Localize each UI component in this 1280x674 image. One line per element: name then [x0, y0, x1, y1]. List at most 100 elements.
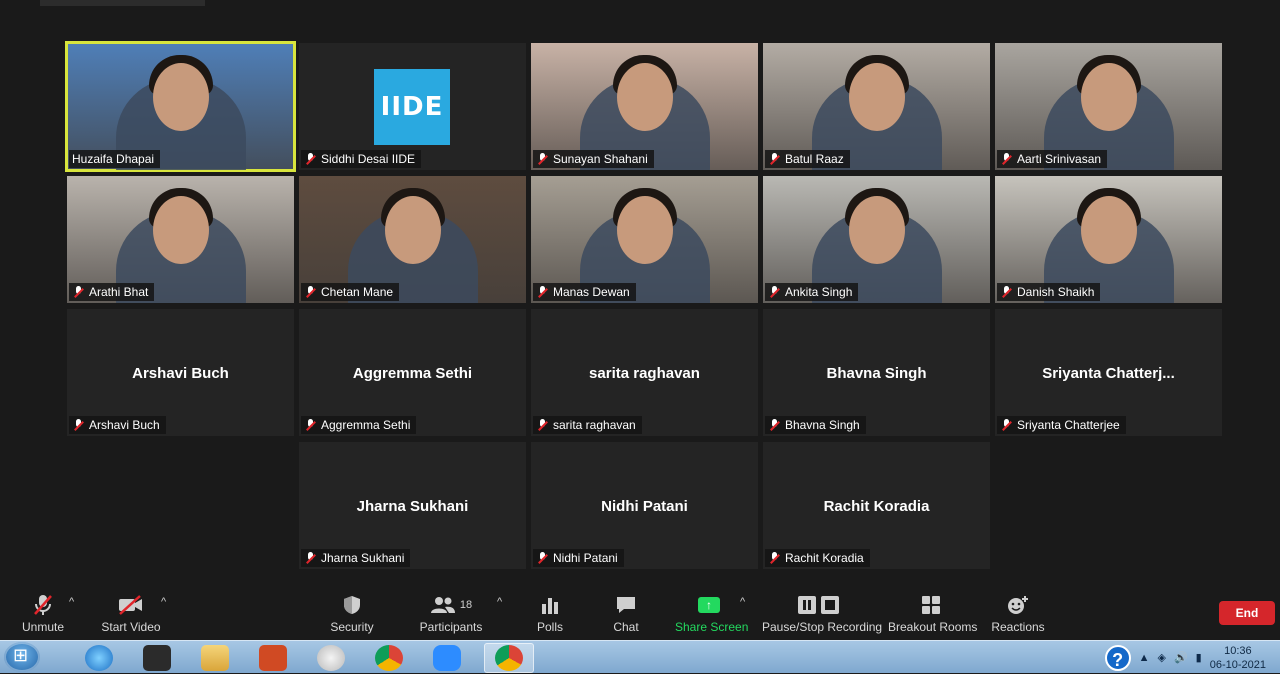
participants-options-caret[interactable]: ^: [497, 596, 502, 608]
participant-name: Ankita Singh: [785, 285, 853, 299]
mic-muted-icon: [768, 418, 781, 432]
mic-muted-icon: [536, 285, 549, 299]
participant-display-name: Arshavi Buch: [132, 365, 229, 382]
participant-tile[interactable]: Nidhi Patani Nidhi Patani: [531, 442, 758, 569]
participant-tile[interactable]: Rachit Koradia Rachit Koradia: [763, 442, 990, 569]
network-icon[interactable]: ▮: [1196, 651, 1202, 664]
participant-display-name: Bhavna Singh: [826, 365, 927, 382]
participant-display-name: sarita raghavan: [589, 365, 700, 382]
participant-display-name: Aggremma Sethi: [352, 365, 473, 382]
participant-face: [152, 63, 209, 131]
mic-muted-icon: [304, 418, 317, 432]
iide-logo: IIDE: [374, 69, 450, 145]
participant-name: Aggremma Sethi: [321, 418, 411, 432]
participant-tile[interactable]: Manas Dewan: [531, 176, 758, 303]
powerpoint-icon[interactable]: [248, 643, 298, 673]
audio-options-caret[interactable]: ^: [69, 596, 74, 608]
chat-button[interactable]: Chat: [606, 594, 646, 634]
ie-icon[interactable]: [74, 643, 124, 673]
mic-muted-icon: [1000, 285, 1013, 299]
mic-muted-icon: [304, 551, 317, 565]
antivirus-icon[interactable]: ◈: [1157, 651, 1165, 664]
system-tray: ? ▲ ◈ 🔊 ▮ 10:36 06-10-2021: [1104, 641, 1280, 674]
participant-name-label: Rachit Koradia: [765, 549, 870, 567]
participant-name-label: Jharna Sukhani: [301, 549, 411, 567]
polls-icon: [530, 594, 570, 616]
unmute-button[interactable]: Unmute: [18, 594, 68, 634]
mic-muted-icon: [536, 418, 549, 432]
help-icon[interactable]: ?: [1104, 644, 1131, 671]
participant-name-label: Manas Dewan: [533, 283, 636, 301]
pause-stop-recording-button[interactable]: Pause/Stop Recording: [762, 594, 882, 634]
reactions-button[interactable]: Reactions: [990, 594, 1046, 634]
participant-name: Siddhi Desai IIDE: [321, 152, 416, 166]
participant-name: Huzaifa Dhapai: [72, 152, 155, 166]
participant-name: Arshavi Buch: [89, 418, 160, 432]
participant-name-label: Sunayan Shahani: [533, 150, 654, 168]
tray-expand-icon[interactable]: ▲: [1139, 652, 1150, 664]
start-video-button[interactable]: Start Video: [100, 594, 162, 634]
participant-tile[interactable]: Chetan Mane: [299, 176, 526, 303]
share-screen-icon: ↑: [675, 594, 743, 616]
participant-tile[interactable]: Aarti Srinivasan: [995, 43, 1222, 170]
participant-tile[interactable]: Batul Raaz: [763, 43, 990, 170]
participant-name: Arathi Bhat: [89, 285, 149, 299]
participant-name: Aarti Srinivasan: [1017, 152, 1102, 166]
participants-icon: 18: [418, 594, 484, 616]
participant-name: Nidhi Patani: [553, 551, 618, 565]
participant-name-label: Siddhi Desai IIDE: [301, 150, 422, 168]
participant-tile[interactable]: Ankita Singh: [763, 176, 990, 303]
participant-tile[interactable]: Danish Shaikh: [995, 176, 1222, 303]
mic-muted-icon: [1000, 152, 1013, 166]
participant-tile[interactable]: Huzaifa Dhapai: [65, 41, 296, 172]
mic-muted-icon: [1000, 418, 1013, 432]
participant-tile[interactable]: Sunayan Shahani: [531, 43, 758, 170]
clock[interactable]: 10:36 06-10-2021: [1210, 644, 1266, 672]
meeting-toolbar: Unmute ^ Start Video ^ Security 18 Parti…: [0, 586, 1280, 640]
participant-name: Jharna Sukhani: [321, 551, 405, 565]
participant-tile[interactable]: Jharna Sukhani Jharna Sukhani: [299, 442, 526, 569]
participant-tile[interactable]: Bhavna Singh Bhavna Singh: [763, 309, 990, 436]
video-off-icon: [100, 594, 162, 616]
explorer-icon[interactable]: [190, 643, 240, 673]
participant-name: Sunayan Shahani: [553, 152, 648, 166]
mic-muted-icon: [768, 285, 781, 299]
participant-face: [616, 196, 673, 264]
participant-name: Batul Raaz: [785, 152, 844, 166]
participant-tile[interactable]: Arshavi Buch Arshavi Buch: [67, 309, 294, 436]
participants-button[interactable]: 18 Participants: [418, 594, 484, 634]
participant-display-name: Rachit Koradia: [823, 498, 930, 515]
start-button[interactable]: [4, 642, 40, 672]
pause-stop-icon: [762, 594, 876, 616]
share-options-caret[interactable]: ^: [740, 596, 745, 608]
participant-tile[interactable]: sarita raghavan sarita raghavan: [531, 309, 758, 436]
reactions-icon: [990, 594, 1046, 616]
participant-tile[interactable]: Aggremma Sethi Aggremma Sethi: [299, 309, 526, 436]
participant-tile[interactable]: IIDE Siddhi Desai IIDE: [299, 43, 526, 170]
participant-name-label: Batul Raaz: [765, 150, 850, 168]
participant-face: [1080, 63, 1137, 131]
volume-icon[interactable]: 🔊: [1174, 651, 1188, 664]
participant-tile[interactable]: Arathi Bhat: [67, 176, 294, 303]
participant-name-label: Aarti Srinivasan: [997, 150, 1108, 168]
share-screen-button[interactable]: ↑ Share Screen: [675, 594, 748, 634]
participant-display-name: Jharna Sukhani: [356, 498, 469, 515]
chrome-profile-icon[interactable]: [484, 643, 534, 673]
participant-name: Chetan Mane: [321, 285, 394, 299]
participant-display-name: Sriyanta Chatterj...: [1042, 365, 1175, 382]
participant-tile[interactable]: Sriyanta Chatterj... Sriyanta Chatterjee: [995, 309, 1222, 436]
breakout-rooms-icon: [888, 594, 974, 616]
participant-name: Danish Shaikh: [1017, 285, 1095, 299]
paint-icon[interactable]: [306, 643, 356, 673]
participant-name-label: Bhavna Singh: [765, 416, 866, 434]
zoom-icon[interactable]: [422, 643, 472, 673]
security-button[interactable]: Security: [328, 594, 376, 634]
chrome-icon[interactable]: [364, 643, 414, 673]
shield-icon: [328, 594, 376, 616]
polls-button[interactable]: Polls: [530, 594, 570, 634]
breakout-rooms-button[interactable]: Breakout Rooms: [888, 594, 977, 634]
participant-face: [848, 196, 905, 264]
media-icon[interactable]: [132, 643, 182, 673]
video-options-caret[interactable]: ^: [161, 596, 166, 608]
end-meeting-button[interactable]: End: [1219, 601, 1275, 625]
